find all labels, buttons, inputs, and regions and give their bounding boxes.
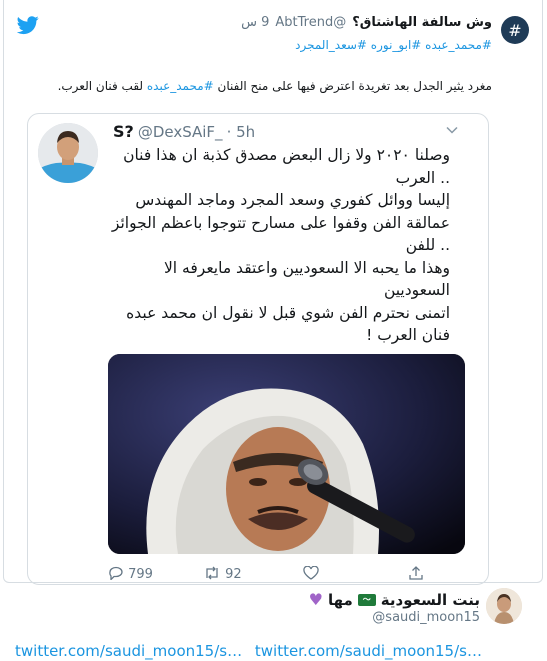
embed-line: اتمنى نحترم الفن شوي قبل لا نقول ان محمد… (126, 303, 450, 322)
embed-line: فنان العرب ! (366, 326, 450, 344)
trend-text-hashtag[interactable]: #محمد_عبده (147, 79, 214, 93)
tweet-link[interactable]: twitter.com/saudi_moon15/s… (255, 642, 482, 660)
embed-line: إليسا ووائل كفوري وسعد المجرد وماجد المه… (135, 191, 450, 209)
embed-timestamp[interactable]: · 5h (227, 123, 256, 141)
user2-handle[interactable]: @saudi_moon15 (372, 610, 480, 625)
embed-line: السعوديين (383, 281, 450, 299)
trend-text-after: لقب فنان العرب. (57, 79, 144, 93)
chevron-down-icon[interactable] (446, 124, 458, 136)
retweet-count: 92 (225, 567, 242, 582)
heart-icon: ♥ (308, 590, 323, 609)
user2-name-suffix: مها (327, 590, 353, 609)
reply-button[interactable]: 799 (108, 566, 153, 582)
tweet-link[interactable]: twitter.com/saudi_moon15/s… (15, 642, 242, 660)
share-button[interactable] (408, 566, 424, 582)
user2-name: بنت السعودية (380, 590, 480, 609)
like-button[interactable] (303, 566, 319, 582)
link-row: twitter.com/saudi_moon15/s… twitter.com/… (15, 642, 490, 660)
reply-icon (109, 566, 123, 582)
embed-line: عمالقة الفن وقفوا على مسارح تتوجوا باعظم… (111, 213, 450, 232)
tweet-photo[interactable] (108, 354, 465, 554)
embed-line: .. للفن (405, 236, 450, 254)
retweet-icon (206, 566, 218, 580)
embed-tweet-text: وصلنا ٢٠٢٠ ولا زال البعض مصدق كذبة ان هذ… (110, 144, 450, 347)
reply-count: 799 (128, 567, 153, 582)
trend-hashtags[interactable]: #محمد_عبده #ابو_نوره #سعد_المجرد (295, 38, 492, 52)
trend-card[interactable]: # وش سالفة الهاشتاق؟ @AbtTrend 9 س #محمد… (3, 0, 543, 585)
embedded-tweet[interactable]: S? @DexSAiF_ · 5h وصلنا ٢٠٢٠ ولا زال الب… (27, 113, 489, 585)
embed-header: S? @DexSAiF_ · 5h (113, 122, 255, 141)
embed-account-handle[interactable]: @DexSAiF_ (138, 123, 223, 141)
trend-account-handle[interactable]: @AbtTrend (275, 15, 346, 30)
retweet-button[interactable]: 92 (203, 566, 242, 582)
like-icon (303, 566, 319, 580)
embed-line: وهذا ما يحبه الا السعوديين واعتقد مايعرف… (163, 258, 450, 277)
avatar[interactable] (486, 588, 522, 624)
avatar[interactable] (38, 123, 98, 183)
trend-tweet-text: مغرد يثير الجدل بعد تغريدة اعترض فيها عل… (22, 78, 492, 94)
embed-line: .. العرب (395, 168, 450, 187)
trend-text-before: مغرد يثير الجدل بعد تغريدة اعترض فيها عل… (217, 79, 492, 93)
embed-line: وصلنا ٢٠٢٠ ولا زال البعض مصدق كذبة ان هذ… (123, 146, 450, 164)
user2-name-row[interactable]: بنت السعودية 〜 مها ♥ (309, 590, 480, 609)
trend-avatar[interactable]: # (501, 16, 529, 44)
trend-account-name[interactable]: وش سالفة الهاشتاق؟ (352, 15, 492, 30)
trend-timestamp[interactable]: 9 س (241, 15, 269, 30)
embed-account-name[interactable]: S? (113, 122, 134, 141)
tweet-actions: 799 92 (108, 566, 438, 582)
trend-header: وش سالفة الهاشتاق؟ @AbtTrend 9 س (32, 15, 492, 30)
saudi-flag-icon: 〜 (357, 593, 376, 606)
share-icon (409, 566, 423, 580)
